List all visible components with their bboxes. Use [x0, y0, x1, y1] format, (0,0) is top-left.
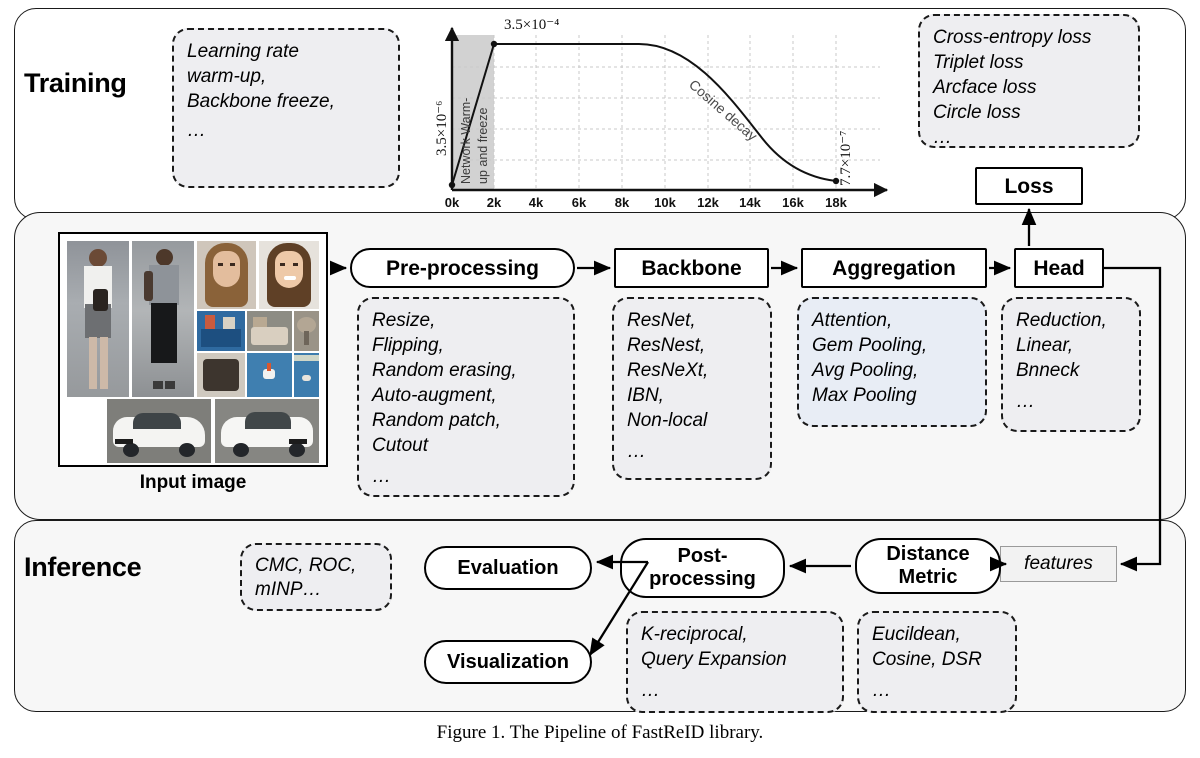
loss-option-line: Cross-entropy loss — [933, 27, 1092, 48]
figure-caption: Figure 1. The Pipeline of FastReID libra… — [436, 722, 764, 743]
svg-text:6k: 6k — [572, 195, 587, 210]
lr-curve — [451, 43, 837, 186]
training-option-line: Backbone freeze, — [187, 91, 335, 112]
pre-processing-node[interactable]: Pre-processing — [350, 248, 575, 288]
distance-metric-option-line: … — [872, 680, 891, 701]
svg-text:3.5×10⁻⁶: 3.5×10⁻⁶ — [434, 101, 450, 156]
training-option-line: … — [187, 120, 206, 141]
head-option-line: … — [1016, 391, 1035, 412]
collage-thumb-object — [294, 311, 319, 351]
svg-text:18k: 18k — [825, 195, 847, 210]
loss-option-line: Circle loss — [933, 102, 1021, 123]
pre-processing-option-line: Cutout — [372, 435, 428, 456]
loss-option-line: … — [933, 127, 952, 148]
svg-text:up and freeze: up and freeze — [476, 108, 490, 184]
visualization-node[interactable]: Visualization — [424, 640, 592, 684]
backbone-option-line: ResNeXt, — [627, 360, 709, 381]
collage-thumb-face — [197, 241, 256, 309]
svg-text:2k: 2k — [487, 195, 502, 210]
collage-thumb-person — [132, 241, 194, 397]
aggregation-option-line: Avg Pooling, — [812, 360, 919, 381]
pre-processing-option-line: Resize, — [372, 310, 436, 331]
svg-text:3.5×10⁻⁴: 3.5×10⁻⁴ — [504, 17, 559, 33]
collage-thumb-object — [294, 353, 319, 397]
svg-text:Network Warm-: Network Warm- — [459, 98, 473, 184]
backbone-options-box: ResNet, ResNest, ResNeXt, IBN, Non-local… — [612, 297, 772, 480]
aggregation-option-line: Gem Pooling, — [812, 335, 928, 356]
backbone-node[interactable]: Backbone — [614, 248, 769, 288]
distance-metric-options-box: Eucildean, Cosine, DSR … — [857, 611, 1017, 713]
input-image-caption: Input image — [139, 472, 247, 493]
evaluation-options-box: CMC, ROC, mINP… — [240, 543, 392, 611]
aggregation-options-box: Attention, Gem Pooling, Avg Pooling, Max… — [797, 297, 987, 427]
loss-option-line: Triplet loss — [933, 52, 1024, 73]
collage-thumb-person — [67, 241, 129, 397]
training-option-line: Learning rate — [187, 41, 299, 62]
post-processing-label: Post-processing — [649, 545, 756, 590]
aggregation-option-line: Max Pooling — [812, 385, 917, 406]
backbone-option-line: IBN, — [627, 385, 664, 406]
pre-processing-option-line: Random erasing, — [372, 360, 517, 381]
head-node[interactable]: Head — [1014, 248, 1104, 288]
svg-text:12k: 12k — [697, 195, 719, 210]
loss-node[interactable]: Loss — [975, 167, 1083, 205]
collage-thumb-object — [247, 353, 292, 397]
post-processing-option-line: … — [641, 680, 660, 701]
training-options-box: Learning rate warm-up, Backbone freeze, … — [172, 28, 400, 188]
head-option-line: Reduction, — [1016, 310, 1107, 331]
training-option-line: warm-up, — [187, 66, 267, 87]
svg-text:10k: 10k — [654, 195, 676, 210]
post-processing-node[interactable]: Post-processing — [620, 538, 785, 598]
loss-options-box: Cross-entropy loss Triplet loss Arcface … — [918, 14, 1140, 148]
head-options-box: Reduction, Linear, Bnneck … — [1001, 297, 1141, 432]
head-option-line: Linear, — [1016, 335, 1074, 356]
head-option-line: Bnneck — [1016, 360, 1080, 381]
evaluation-option-line: CMC, ROC, — [255, 555, 357, 576]
collage-thumb-object — [247, 311, 292, 351]
pre-processing-option-line: Flipping, — [372, 335, 444, 356]
input-image-frame — [58, 232, 328, 467]
svg-text:7.7×10⁻⁷: 7.7×10⁻⁷ — [838, 131, 854, 186]
svg-text:0k: 0k — [445, 195, 460, 210]
svg-text:14k: 14k — [739, 195, 761, 210]
training-panel-title: Training — [24, 68, 127, 98]
input-image-collage — [65, 239, 321, 463]
svg-text:8k: 8k — [615, 195, 630, 210]
backbone-option-line: ResNet, — [627, 310, 696, 331]
backbone-option-line: … — [627, 441, 646, 462]
pre-processing-option-line: Auto-augment, — [372, 385, 497, 406]
distance-metric-option-line: Eucildean, — [872, 624, 961, 645]
pre-processing-option-line: Random patch, — [372, 410, 501, 431]
distance-metric-node[interactable]: Distance Metric — [855, 538, 1001, 594]
loss-option-line: Arcface loss — [933, 77, 1037, 98]
learning-rate-schedule-chart: 0k 2k 4k 6k 8k 10k 12k 14k 16k 18k 3.5×1… — [432, 8, 894, 213]
pre-processing-options-box: Resize, Flipping, Random erasing, Auto-a… — [357, 297, 575, 497]
evaluation-option-line: mINP… — [255, 579, 322, 600]
features-box: features — [1000, 546, 1117, 582]
post-processing-option-line: Query Expansion — [641, 649, 787, 670]
aggregation-option-line: Attention, — [812, 310, 893, 331]
post-processing-options-box: K-reciprocal, Query Expansion … — [626, 611, 844, 713]
svg-text:4k: 4k — [529, 195, 544, 210]
svg-text:16k: 16k — [782, 195, 804, 210]
distance-metric-label: Distance Metric — [886, 543, 970, 588]
collage-thumb-vehicle — [215, 399, 319, 463]
collage-thumb-object — [197, 311, 245, 351]
inference-panel-title: Inference — [24, 552, 142, 582]
pre-processing-option-line: … — [372, 466, 391, 487]
backbone-option-line: ResNest, — [627, 335, 706, 356]
post-processing-option-line: K-reciprocal, — [641, 624, 748, 645]
evaluation-node[interactable]: Evaluation — [424, 546, 592, 590]
aggregation-node[interactable]: Aggregation — [801, 248, 987, 288]
backbone-option-line: Non-local — [627, 410, 708, 431]
distance-metric-option-line: Cosine, DSR — [872, 649, 982, 670]
collage-thumb-object — [197, 353, 245, 397]
collage-thumb-face — [259, 241, 319, 309]
collage-thumb-vehicle — [107, 399, 211, 463]
svg-text:Cosine decay: Cosine decay — [686, 76, 761, 144]
